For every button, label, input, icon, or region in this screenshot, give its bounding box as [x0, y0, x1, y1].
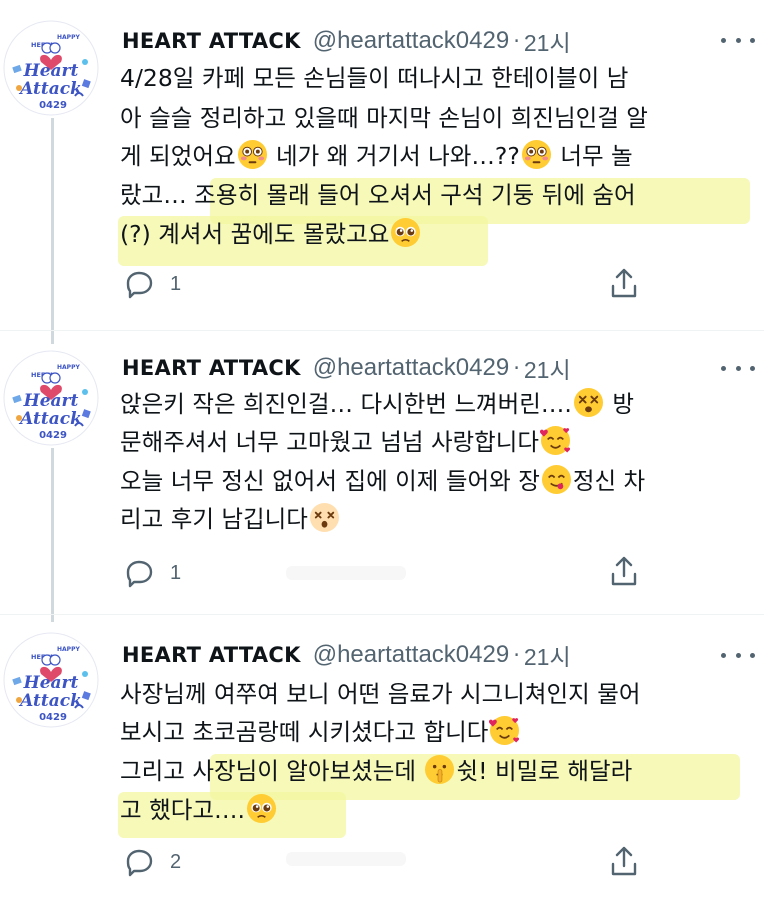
tweet-text-segment: 사장님께 여쭈여 보니 어떤 음료가 시그니쳐인지 물어 [120, 680, 641, 708]
tweet-text-segment: 게 되었어요 [120, 142, 236, 170]
tweet-text-segment: 그리고 사장님이 알아보셨는데 [120, 757, 424, 785]
svg-text:0429: 0429 [39, 430, 67, 441]
heart-attack-logo: HAPPY HEEJIN Heart Attack 0429 [3, 350, 99, 446]
svg-text:Heart: Heart [23, 61, 79, 81]
tweet-text-line: 보시고 초코곰랑떼 시키셨다고 합니다 [120, 712, 521, 752]
dizzy-face-emoji [309, 502, 340, 533]
reply-button[interactable]: 1 [122, 269, 181, 299]
author-handle[interactable]: @heartattack0429 [313, 27, 510, 55]
thread-line [51, 448, 54, 622]
tweet-divider [0, 330, 764, 331]
avatar[interactable]: HAPPY HEEJIN Heart Attack 0429 [3, 350, 99, 446]
tweet-text-segment: 문해주셔서 너무 고마웠고 넘넘 사랑합니다 [120, 428, 540, 456]
tweet-text-line: 아 슬슬 정리하고 있을때 마지막 손님이 희진님인걸 알 [120, 98, 648, 138]
more-icon[interactable] [718, 643, 758, 667]
separator-dot: · [513, 29, 520, 53]
tweet-text-line: 랐고… 조용히 몰래 들어 오셔서 구석 기둥 뒤에 숨어 [120, 175, 636, 215]
author-handle[interactable]: @heartattack0429 [313, 641, 510, 669]
svg-text:HAPPY: HAPPY [57, 34, 80, 41]
tweet-header: HEART ATTACK @heartattack0429 · 21시 [122, 638, 571, 672]
tweet-text-line: 문해주셔서 너무 고마웠고 넘넘 사랑합니다 [120, 422, 572, 462]
pleading-emoji [246, 793, 277, 824]
tweet-text-segment: 방 [604, 390, 634, 418]
reply-button[interactable]: 1 [122, 558, 181, 588]
more-icon[interactable] [718, 356, 758, 380]
tweet-header: HEART ATTACK @heartattack0429 · 21시 [122, 24, 571, 58]
svg-text:Attack: Attack [18, 79, 82, 99]
tweet-text-line: 리고 후기 남깁니다 [120, 499, 341, 539]
tweet-text-line: 그리고 사장님이 알아보셨는데 쉿! 비밀로 해달라 [120, 751, 632, 791]
redacted-area [286, 852, 406, 866]
tweet-header: HEART ATTACK @heartattack0429 · 21시 [122, 351, 571, 385]
share-icon [611, 268, 637, 298]
heart-attack-logo: HAPPY HEEJIN Heart Attack 0429 [3, 632, 99, 728]
reply-count: 1 [170, 561, 182, 584]
author-name[interactable]: HEART ATTACK [122, 29, 301, 53]
tweet-text-segment: 고 했다고…. [120, 796, 245, 824]
separator-dot: · [513, 356, 520, 380]
hearts-emoji [540, 425, 571, 456]
tweet-text-segment: 리고 후기 남깁니다 [120, 505, 308, 533]
tweet-text-segment: 4/28일 카페 모든 손님들이 떠나시고 한테이블이 남 [120, 64, 629, 92]
tweet-text-segment: (?) 계셔서 꿈에도 몰랐고요 [120, 220, 390, 248]
share-icon [611, 556, 637, 586]
tweet-text-segment: 보시고 초코곰랑떼 시키셨다고 합니다 [120, 718, 489, 746]
svg-text:Attack: Attack [18, 409, 82, 429]
reply-icon [126, 849, 153, 877]
redacted-area [286, 566, 406, 580]
tweet-text-line: 앉은키 작은 희진인걸… 다시한번 느껴버린…. 방 [120, 384, 634, 424]
pleading-emoji [390, 217, 421, 248]
svg-text:0429: 0429 [39, 712, 67, 723]
share-button[interactable] [608, 844, 640, 878]
timestamp[interactable]: 21시 [524, 24, 571, 58]
tweet-text-segment: 앉은키 작은 희진인걸… 다시한번 느껴버린…. [120, 390, 572, 418]
share-button[interactable] [608, 554, 640, 588]
separator-dot: · [513, 643, 520, 667]
flushed-emoji [237, 139, 268, 170]
author-name[interactable]: HEART ATTACK [122, 356, 301, 380]
tweet-text-segment: 정신 차 [572, 467, 646, 495]
svg-text:Attack: Attack [18, 691, 82, 711]
author-handle[interactable]: @heartattack0429 [313, 354, 510, 382]
avatar[interactable]: HAPPY HEEJIN Heart Attack 0429 [3, 20, 99, 116]
svg-text:HAPPY: HAPPY [57, 646, 80, 653]
more-icon[interactable] [718, 28, 758, 52]
reply-icon [126, 271, 153, 299]
flushed-emoji [521, 139, 552, 170]
tweet-text-line: 사장님께 여쭈여 보니 어떤 음료가 시그니쳐인지 물어 [120, 674, 640, 714]
share-icon [611, 846, 637, 876]
tweet-text-line: 오늘 너무 정신 없어서 집에 이제 들어와 장 정신 차 [120, 461, 645, 501]
shush-emoji [424, 754, 455, 785]
dizzy-emoji [573, 387, 604, 418]
tweet-text-line: (?) 계셔서 꿈에도 몰랐고요 [120, 214, 422, 254]
tweet-text-segment: 랐고… 조용히 몰래 들어 오셔서 구석 기둥 뒤에 숨어 [120, 181, 636, 209]
thread-line [51, 118, 54, 344]
tweet-text-segment: 쉿! 비밀로 해달라 [456, 757, 633, 785]
reply-count: 1 [170, 272, 182, 295]
hearts-emoji [489, 715, 520, 746]
yum-emoji [541, 464, 572, 495]
tweet-text-segment: 오늘 너무 정신 없어서 집에 이제 들어와 장 [120, 467, 540, 495]
tweet-divider [0, 614, 764, 615]
tweet-text-segment: 너무 놀 [552, 142, 633, 170]
tweet-text-line: 4/28일 카페 모든 손님들이 떠나시고 한테이블이 남 [120, 58, 628, 98]
svg-text:Heart: Heart [23, 391, 79, 411]
tweet-text-segment: 네가 왜 거기서 나와…?? [268, 142, 520, 170]
author-name[interactable]: HEART ATTACK [122, 643, 301, 667]
heart-attack-logo: HAPPY HEEJIN Heart Attack 0429 [3, 20, 99, 116]
share-button[interactable] [608, 266, 640, 300]
svg-text:HAPPY: HAPPY [57, 364, 80, 371]
avatar[interactable]: HAPPY HEEJIN Heart Attack 0429 [3, 632, 99, 728]
timestamp[interactable]: 21시 [524, 351, 571, 385]
tweet-text-segment: 아 슬슬 정리하고 있을때 마지막 손님이 희진님인걸 알 [120, 104, 648, 132]
tweet-text-line: 게 되었어요 네가 왜 거기서 나와…?? 너무 놀 [120, 136, 633, 176]
svg-text:Heart: Heart [23, 673, 79, 693]
reply-icon [126, 560, 153, 588]
svg-text:0429: 0429 [39, 100, 67, 111]
reply-button[interactable]: 2 [122, 847, 181, 877]
timestamp[interactable]: 21시 [524, 638, 571, 672]
tweet-text-line: 고 했다고…. [120, 790, 278, 830]
reply-count: 2 [170, 850, 182, 873]
